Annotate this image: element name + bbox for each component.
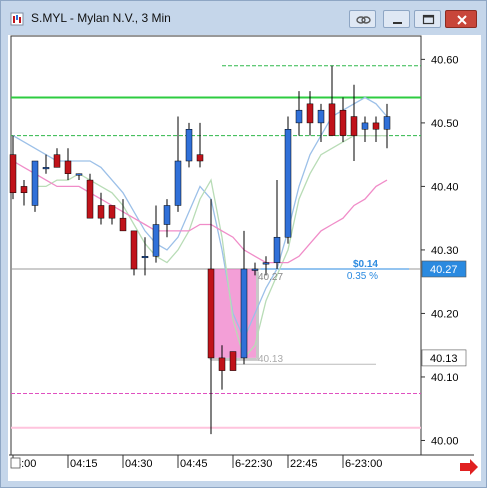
candle-body[interactable] [141,256,149,259]
candle-body[interactable] [185,128,193,162]
close-button[interactable] [445,10,477,28]
candle-body[interactable] [240,268,248,359]
restore-icon [422,14,435,25]
app-icon [10,12,24,26]
y-tick-label: 40.10 [431,372,459,384]
candle-body[interactable] [20,186,28,194]
scroll-start-box[interactable] [10,457,21,469]
candle-body[interactable] [119,217,127,232]
title-bar[interactable]: S.MYL - Mylan N.V., 3 Min [1,1,486,35]
measure-high-label: 40.27 [258,272,283,283]
candle-body[interactable] [207,268,215,359]
candle-body[interactable] [339,109,347,136]
candle-body[interactable] [262,262,270,265]
y-tick-label: 40.30 [431,245,459,257]
candle-body[interactable] [328,103,336,136]
candle-body[interactable] [361,122,369,130]
measure-change-label: $0.14 [353,259,378,270]
close-icon [457,15,467,25]
restore-button[interactable] [414,10,441,28]
x-tick-label: 6-23:00 [345,458,382,470]
candle-body[interactable] [64,160,72,174]
candle-body[interactable] [218,357,226,371]
candle-body[interactable] [383,116,391,130]
candle-body[interactable] [306,103,314,124]
plot-area [10,35,422,456]
x-tick-label: 04:30 [125,458,153,470]
candle-body[interactable] [196,154,204,162]
link-icon [356,16,371,24]
x-tick-label: 22:45 [290,458,318,470]
scroll-right-arrow-icon[interactable] [460,459,478,475]
candle-body[interactable] [9,154,17,194]
link-button[interactable] [349,10,376,28]
candle-body[interactable] [130,230,138,270]
candle-body[interactable] [372,122,380,130]
y-tick-label: 40.60 [431,54,459,66]
candle-body[interactable] [273,236,281,263]
x-tick-label: 6-22:30 [235,458,272,470]
candle-body[interactable] [295,109,303,124]
candle-body[interactable] [174,160,182,206]
price-marker-label: 40.27 [430,264,458,276]
window-title: S.MYL - Mylan N.V., 3 Min [31,11,171,25]
chart-window: S.MYL - Mylan N.V., 3 Min 40.2740.13$0 [0,0,487,488]
candle-body[interactable] [317,109,325,124]
x-tick-label: 04:15 [70,458,98,470]
candle-body[interactable] [42,167,50,170]
minimize-button[interactable] [383,10,410,28]
candle-body[interactable] [163,205,171,225]
candle-body[interactable] [31,160,39,206]
measure-low-label: 40.13 [258,354,283,365]
candle-body[interactable] [350,116,358,136]
chart-frame: 40.27 40.13 $0.14 0.35 % 40.60 40.50 40.40 40.3… [8,35,481,481]
measure-percent-label: 0.35 % [347,271,378,282]
candle-body[interactable] [108,205,116,219]
candle-body[interactable] [284,128,292,238]
candle-body[interactable] [53,154,61,168]
price-marker-label: 40.13 [430,353,458,365]
candle-body[interactable] [75,173,83,176]
candle-body[interactable] [229,351,237,371]
y-tick-label: 40.50 [431,118,459,130]
candle-body[interactable] [97,205,105,219]
x-tick-label: 04:45 [180,458,208,470]
minimize-icon [393,22,402,24]
price-chart[interactable]: 40.27 40.13 $0.140.35 % 40.60 40.50 40.40 40.3… [8,35,481,481]
y-tick-label: 40.40 [431,181,459,193]
y-tick-label: 40.20 [431,308,459,320]
candle-body[interactable] [86,179,94,219]
candle-body[interactable] [251,268,259,271]
y-tick-label: 40.00 [431,435,459,447]
candle-body[interactable] [152,224,160,257]
